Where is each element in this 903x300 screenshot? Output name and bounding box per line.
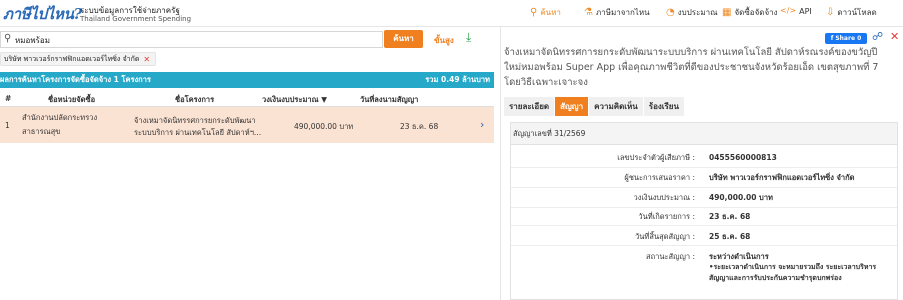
row-divider bbox=[511, 245, 897, 246]
row-divider bbox=[511, 225, 897, 226]
nav-label-budget: งบประมาณ bbox=[677, 8, 718, 17]
contract-card: สัญญาเลขที่ 31/2569 เลขประจำตัวผู้เสียภา… bbox=[510, 122, 898, 300]
panel-divider bbox=[500, 27, 501, 300]
search-icon: ⚲ bbox=[4, 33, 12, 44]
project-title: จ้างเหมาจัดนิทรรศการยกระดับพัฒนาระบบบริก… bbox=[504, 47, 879, 88]
nav-procurement[interactable]: ▦ จัดซื้อจัดจ้าง bbox=[722, 6, 778, 19]
tab-complaints[interactable]: ร้องเรียน bbox=[643, 97, 684, 116]
col-project[interactable]: ชื่อโครงการ bbox=[175, 94, 214, 106]
row-divider bbox=[511, 207, 897, 208]
row-num: 1 bbox=[5, 121, 10, 130]
row-date: 23 ธ.ค. 68 bbox=[400, 122, 439, 131]
row-agency-line1: สำนักงานปลัดกระทรวง bbox=[22, 113, 98, 122]
budget-icon: ◔ bbox=[666, 6, 675, 18]
field-value-start-date: 23 ธ.ค. 68 bbox=[709, 212, 751, 221]
nav-label-download: ดาวน์โหลด bbox=[837, 8, 877, 17]
row-project-line2: ระบบบริการ ผ่านเทคโนโลยี สัปดาห์ฯ... bbox=[134, 128, 262, 137]
col-agency[interactable]: ชื่อหน่วยจัดซื้อ bbox=[48, 94, 95, 106]
row-project-line1: จ้างเหมาจัดนิทรรศการยกระดับพัฒนา bbox=[134, 116, 256, 125]
facebook-share-label: Share 0 bbox=[835, 35, 862, 42]
code-icon: </> bbox=[780, 6, 797, 15]
search-field: ⚲ bbox=[0, 31, 383, 48]
nav-label-procurement: จัดซื้อจัดจ้าง bbox=[734, 8, 778, 17]
filter-chip: บริษัท พาวเวอร์กราฟฟิกแอดเวอร์ไทซิ่ง จำก… bbox=[0, 52, 157, 66]
nav-budget[interactable]: ◔ งบประมาณ bbox=[666, 6, 718, 19]
detail-tabs: รายละเอียด สัญญา ความคิดเห็น ร้องเรียน bbox=[504, 97, 685, 116]
field-label-budget: วงเงินงบประมาณ : bbox=[633, 193, 696, 202]
site-subtitle-en: Thailand Government Spending bbox=[80, 15, 192, 23]
advanced-search-link[interactable]: ขั้นสูง bbox=[434, 34, 454, 47]
search-icon: ⚲ bbox=[530, 6, 538, 18]
field-value-tax-id: 0455560000813 bbox=[709, 153, 777, 162]
results-total: รวม 0.49 ล้านบาท bbox=[425, 75, 490, 84]
top-header: ภาษีไปไหน? ระบบข้อมูลการใช้จ่ายภาครัฐ Th… bbox=[0, 0, 903, 27]
field-value-status: ระหว่างดำเนินการ bbox=[709, 252, 769, 261]
field-value-winner: บริษัท พาวเวอร์กราฟฟิกแอดเวอร์ไทซิ่ง จำก… bbox=[709, 173, 855, 182]
close-icon[interactable]: ✕ bbox=[890, 30, 899, 43]
col-budget[interactable]: วงเงินงบประมาณ ▼ bbox=[262, 94, 327, 106]
field-label-status: สถานะสัญญา : bbox=[646, 252, 695, 261]
row-divider bbox=[511, 187, 897, 188]
nav-search[interactable]: ⚲ ค้นหา bbox=[530, 6, 561, 19]
field-value-budget: 490,000.00 บาท bbox=[709, 193, 773, 202]
field-label-start-date: วันที่เกิดรายการ : bbox=[638, 212, 695, 221]
filter-chip-label: บริษัท พาวเวอร์กราฟฟิกแอดเวอร์ไทซิ่ง จำก… bbox=[4, 54, 140, 63]
download-icon: ⇩ bbox=[826, 6, 835, 18]
field-label-end-date: วันที่สิ้นสุดสัญญา : bbox=[635, 232, 695, 241]
field-label-winner: ผู้ชนะการเสนอราคา : bbox=[624, 173, 695, 182]
procurement-icon: ▦ bbox=[722, 6, 732, 18]
field-value-end-date: 25 ธ.ค. 68 bbox=[709, 232, 751, 241]
coins-icon: ⚗ bbox=[584, 6, 593, 18]
search-button[interactable]: ค้นหา bbox=[384, 30, 423, 48]
row-agency-line2: สาธารณสุข bbox=[22, 127, 61, 136]
nav-api[interactable]: </> API bbox=[780, 6, 812, 16]
col-budget-label: วงเงินงบประมาณ bbox=[262, 95, 319, 104]
download-results-icon[interactable]: ⤓ bbox=[466, 30, 471, 45]
contract-number: สัญญาเลขที่ 31/2569 bbox=[511, 123, 897, 145]
facebook-icon: f bbox=[830, 35, 834, 42]
site-logo[interactable]: ภาษีไปไหน? bbox=[3, 2, 82, 26]
search-input[interactable] bbox=[15, 34, 375, 46]
facebook-share-button[interactable]: f Share 0 bbox=[825, 33, 867, 44]
table-row[interactable]: 1 สำนักงานปลัดกระทรวง สาธารณสุข จ้างเหมา… bbox=[0, 107, 494, 143]
nav-label-tax-source: ภาษีมาจากไหน bbox=[595, 8, 650, 17]
table-header: # ชื่อหน่วยจัดซื้อ ชื่อโครงการ วงเงินงบป… bbox=[0, 90, 494, 107]
field-value-status-note: •ระยะเวลาดำเนินการ จะหมายรวมถึง ระยะเวลา… bbox=[709, 263, 877, 282]
col-date[interactable]: วันที่ลงนามสัญญา bbox=[360, 94, 418, 106]
field-label-tax-id: เลขประจำตัวผู้เสียภาษี : bbox=[617, 153, 695, 162]
col-num: # bbox=[5, 94, 12, 103]
results-count: ผลการค้นหาโครงการจัดซื้อจัดจ้าง 1 โครงกา… bbox=[0, 75, 151, 84]
tab-details[interactable]: รายละเอียด bbox=[504, 97, 555, 116]
results-summary-bar: ผลการค้นหาโครงการจัดซื้อจัดจ้าง 1 โครงกา… bbox=[0, 72, 494, 88]
tab-comments[interactable]: ความคิดเห็น bbox=[589, 97, 643, 116]
nav-tax-source[interactable]: ⚗ ภาษีมาจากไหน bbox=[584, 6, 650, 19]
nav-download[interactable]: ⇩ ดาวน์โหลด bbox=[826, 6, 877, 19]
tab-contract[interactable]: สัญญา bbox=[555, 97, 589, 116]
chevron-right-icon[interactable]: › bbox=[480, 118, 484, 131]
remove-filter-icon[interactable]: ✕ bbox=[143, 55, 150, 64]
copy-link-icon[interactable]: ☍ bbox=[872, 30, 883, 43]
sort-desc-icon: ▼ bbox=[321, 95, 327, 104]
nav-label-search: ค้นหา bbox=[540, 8, 561, 17]
nav-label-api: API bbox=[799, 6, 812, 16]
row-divider bbox=[511, 167, 897, 168]
row-budget: 490,000.00 บาท bbox=[294, 122, 354, 131]
